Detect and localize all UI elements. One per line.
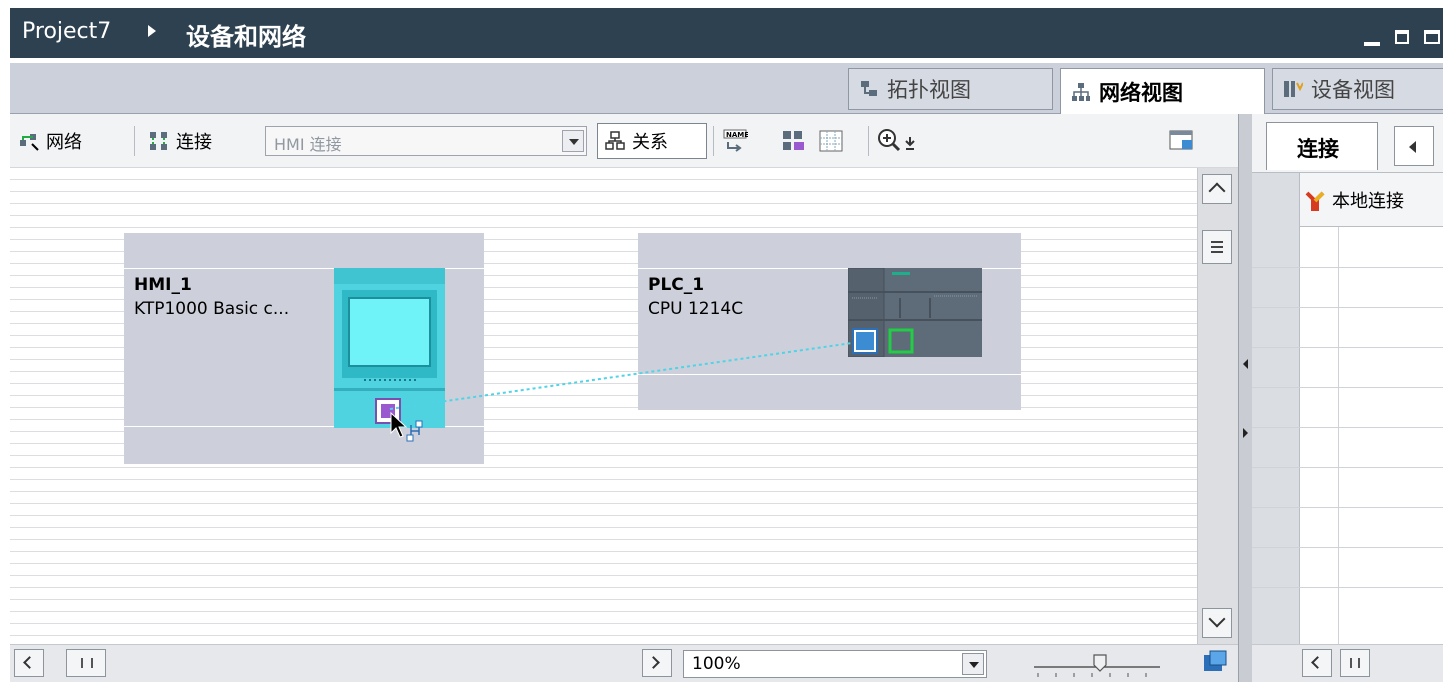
tab-scroll-left-button[interactable] <box>1394 126 1434 166</box>
show-address-icon[interactable] <box>780 128 806 154</box>
zoom-icon[interactable] <box>876 127 924 155</box>
tab-network-view[interactable]: 网络视图 <box>1060 68 1265 114</box>
title-bar: Project7 设备和网络 <box>10 8 1443 58</box>
chevron-down-icon[interactable] <box>562 130 584 152</box>
scroll-right-button[interactable] <box>642 649 672 677</box>
table-row-divider <box>1252 547 1443 548</box>
toolbar-divider <box>713 126 714 156</box>
scroll-up-button[interactable] <box>1202 174 1232 204</box>
table-row-divider <box>1252 507 1443 508</box>
table-row-divider <box>1252 467 1443 468</box>
connection-type-value: HMI 连接 <box>274 135 342 154</box>
table-row-divider <box>1252 387 1443 388</box>
connections-table: 本地连接 <box>1252 172 1443 645</box>
breadcrumb-arrow-icon <box>148 25 156 37</box>
project-name[interactable]: Project7 <box>22 19 111 44</box>
relations-label: 关系 <box>632 132 668 153</box>
relations-button[interactable]: 关系 <box>597 123 707 159</box>
page-title: 设备和网络 <box>186 23 306 51</box>
grip-line <box>1211 246 1223 248</box>
expand-arrow-icon[interactable] <box>1243 428 1248 438</box>
save-layout-icon[interactable] <box>1168 128 1196 154</box>
scroll-down-button[interactable] <box>1202 608 1232 638</box>
tab-topology-label: 拓扑视图 <box>887 78 971 102</box>
row-header-column <box>1252 173 1300 644</box>
zoom-select[interactable]: 100% <box>683 650 987 678</box>
vertical-scrollbar[interactable] <box>1197 168 1238 644</box>
svg-text:NAME: NAME <box>726 131 748 139</box>
toolbar-divider <box>868 126 869 156</box>
toolbar-divider <box>134 126 135 156</box>
tab-connections[interactable]: 连接 <box>1266 122 1378 170</box>
restore-button[interactable] <box>1395 30 1409 44</box>
tab-device-label: 设备视图 <box>1311 78 1395 102</box>
table-row-divider <box>1252 267 1443 268</box>
connections-label: 连接 <box>176 132 212 153</box>
connections-icon <box>150 132 167 150</box>
overview-navigation-icon[interactable] <box>1202 649 1228 675</box>
chevron-left-icon <box>1311 656 1324 669</box>
table-row-divider <box>1252 427 1443 428</box>
hmi-connection-line[interactable] <box>10 168 1197 644</box>
zoom-value: 100% <box>692 654 741 674</box>
connections-button[interactable]: 连接 <box>148 114 212 168</box>
device-view-icon <box>1284 81 1303 97</box>
topology-icon <box>861 81 877 96</box>
grid-icon[interactable] <box>818 128 844 154</box>
panel-scroll-thumb[interactable] <box>1340 649 1370 677</box>
column-divider <box>1338 227 1339 645</box>
connections-panel: 连接 本地连接 <box>1252 114 1443 682</box>
horizontal-scroll-thumb[interactable] <box>66 649 106 677</box>
tab-device-view[interactable]: 设备视图 <box>1272 68 1443 110</box>
network-button[interactable]: 网络 <box>18 114 82 168</box>
minimize-button[interactable] <box>1364 42 1380 46</box>
scroll-left-button[interactable] <box>14 649 44 677</box>
tab-topology-view[interactable]: 拓扑视图 <box>848 68 1053 110</box>
network-label: 网络 <box>46 132 82 153</box>
collapse-arrow-icon[interactable] <box>1243 359 1248 369</box>
column-header-local-connection[interactable]: 本地连接 <box>1300 173 1443 227</box>
chevron-left-icon <box>23 656 36 669</box>
local-connection-icon <box>1305 191 1325 211</box>
network-canvas[interactable]: HMI_1 KTP1000 Basic c... PLC_1 CPU 1214C <box>10 168 1197 644</box>
maximize-button[interactable] <box>1424 30 1440 44</box>
grip-line <box>1211 251 1223 253</box>
panel-horizontal-scrollbar[interactable] <box>1252 644 1443 682</box>
relations-icon <box>605 131 625 150</box>
table-row-divider <box>1252 587 1443 588</box>
table-row-divider <box>1252 347 1443 348</box>
connection-type-select[interactable]: HMI 连接 <box>265 126 587 156</box>
panel-scroll-left-button[interactable] <box>1302 649 1332 677</box>
network-toolbar: 网络 连接 HMI 连接 关系 NAME <box>10 114 1238 168</box>
scroll-thumb[interactable] <box>1202 230 1232 264</box>
view-tabs-bar: 拓扑视图 网络视图 设备视图 <box>10 63 1443 114</box>
mouse-cursor-icon <box>390 411 423 442</box>
tab-connections-label: 连接 <box>1297 137 1339 161</box>
tab-network-label: 网络视图 <box>1099 80 1183 105</box>
panel-splitter[interactable] <box>1238 114 1252 682</box>
grip-icon <box>1350 658 1360 668</box>
zoom-slider[interactable] <box>1032 651 1162 679</box>
network-view-icon <box>1072 82 1090 101</box>
column-header-label: 本地连接 <box>1332 190 1404 212</box>
canvas-bottom-bar: 100% <box>10 644 1238 682</box>
network-icon <box>20 134 39 151</box>
grip-icon <box>81 658 93 668</box>
chevron-down-icon[interactable] <box>962 653 984 675</box>
name-icon[interactable]: NAME <box>722 128 748 154</box>
grip-line <box>1211 241 1223 243</box>
table-row-divider <box>1252 307 1443 308</box>
chevron-right-icon <box>647 656 660 669</box>
